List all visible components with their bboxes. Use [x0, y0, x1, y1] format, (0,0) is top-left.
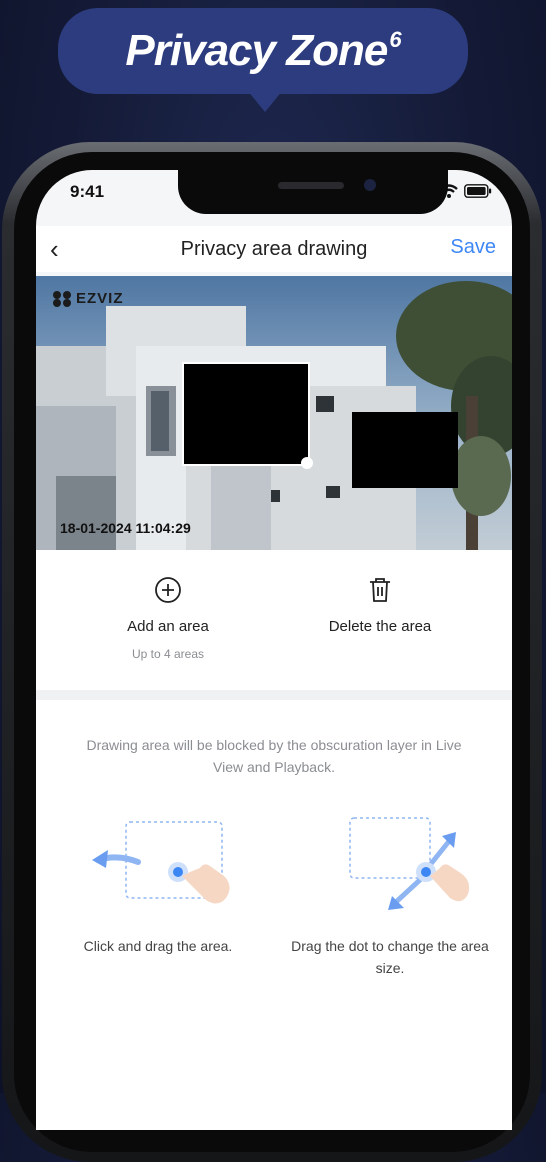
delete-area-label: Delete the area	[328, 618, 432, 635]
phone-notch	[178, 170, 448, 214]
nav-bar: ‹ Privacy area drawing Save	[36, 226, 512, 272]
battery-icon	[464, 184, 492, 198]
drag-hand-icon	[92, 821, 230, 904]
delete-area-button[interactable]: Delete the area	[280, 576, 480, 635]
add-area-limit: Up to 4 areas	[131, 647, 205, 661]
trash-icon	[280, 576, 480, 608]
area-actions: Add an area Up to 4 areas Delete the are…	[36, 550, 512, 690]
save-button[interactable]: Save	[450, 236, 496, 259]
tip-drag-label: Click and drag the area.	[83, 938, 233, 954]
add-circle-icon	[68, 576, 268, 608]
banner-title: Privacy Zone6	[125, 26, 401, 76]
banner-title-text: Privacy Zone	[125, 26, 388, 75]
camera-timestamp: 18-01-2024 11:04:29	[60, 520, 191, 536]
privacy-mask[interactable]	[352, 412, 458, 488]
add-area-button[interactable]: Add an area Up to 4 areas	[68, 576, 268, 661]
banner-footnote: 6	[389, 27, 401, 52]
phone-screen: 9:41 ‹ Privacy area drawing Save EZVIZ 1…	[36, 170, 512, 1130]
tip-drag-area: Click and drag the area.	[48, 810, 268, 957]
guide-description: Drawing area will be blocked by the obsc…	[86, 737, 462, 775]
notch-camera	[364, 179, 376, 191]
banner-tail	[247, 90, 283, 112]
privacy-mask-selected[interactable]	[182, 362, 310, 466]
brand-label: EZVIZ	[76, 290, 124, 307]
tip-resize-area: Drag the dot to change the area size.	[280, 810, 500, 979]
add-area-label: Add an area	[127, 618, 209, 635]
ezviz-logo-icon	[53, 290, 71, 307]
feature-banner: Privacy Zone6	[58, 8, 468, 94]
page-title: Privacy area drawing	[180, 238, 368, 260]
resize-hand-icon	[349, 817, 470, 910]
status-time: 9:41	[70, 182, 105, 201]
tip-resize-label: Drag the dot to change the area size.	[291, 938, 489, 976]
resize-handle[interactable]	[301, 457, 313, 469]
ezviz-logo: EZVIZ	[52, 290, 124, 307]
drawing-guide: Drawing area will be blocked by the obsc…	[36, 700, 512, 1130]
camera-preview[interactable]: EZVIZ 18-01-2024 11:04:29	[36, 276, 512, 550]
notch-speaker	[278, 182, 344, 189]
section-divider	[36, 690, 512, 700]
